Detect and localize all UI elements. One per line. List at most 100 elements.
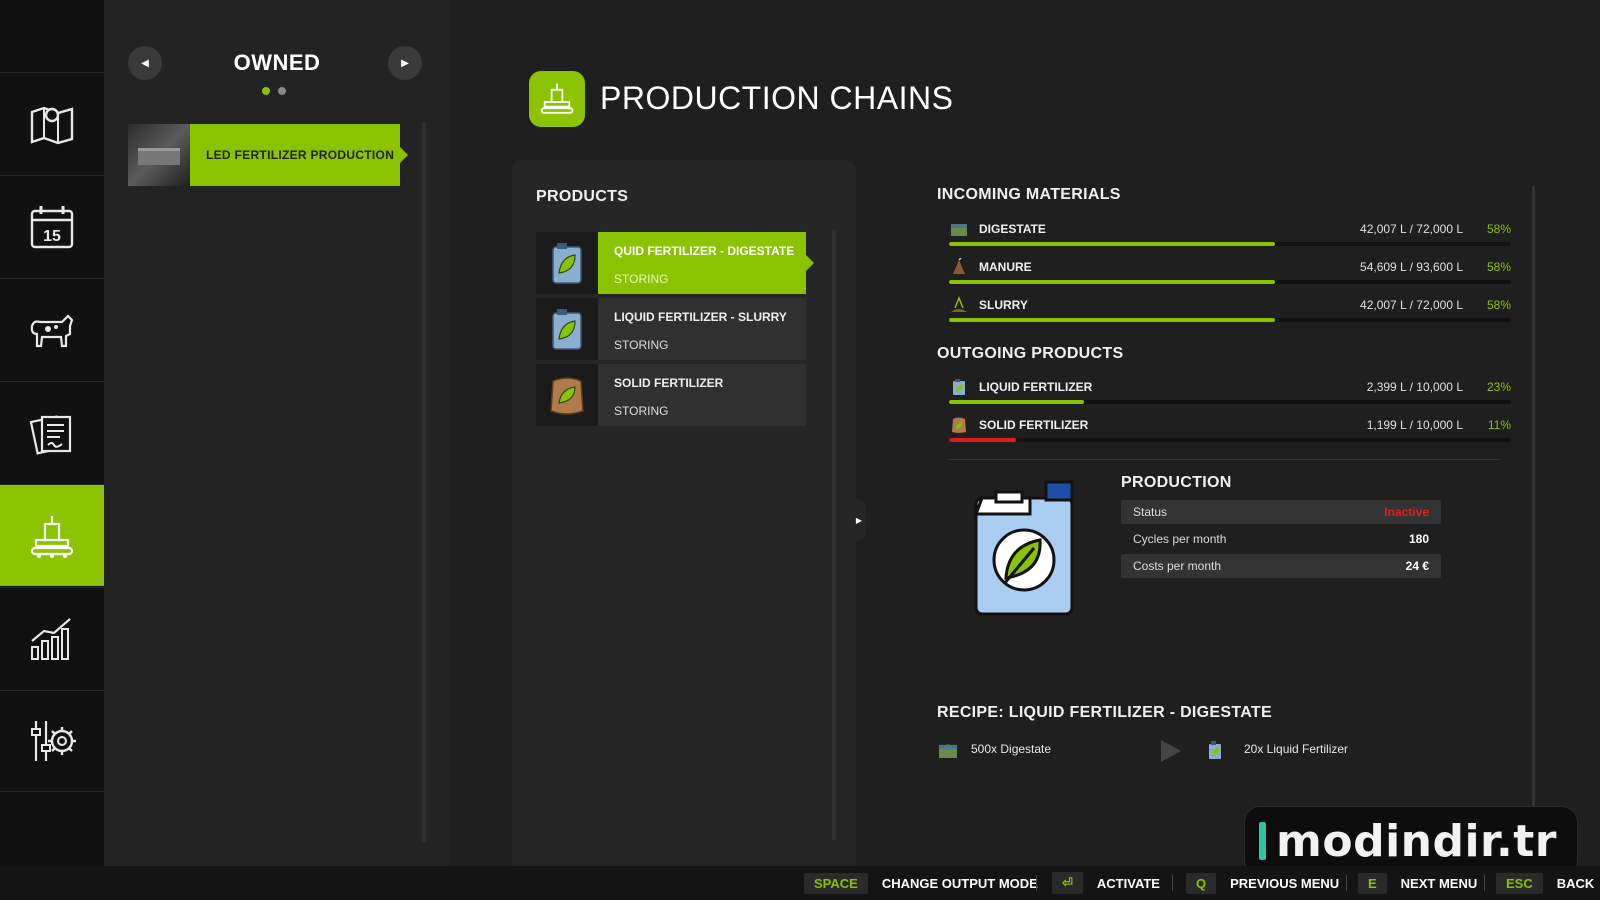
material-name: SLURRY bbox=[979, 298, 1028, 312]
material-percent: 58% bbox=[1486, 222, 1511, 236]
owned-page-indicator bbox=[262, 87, 286, 95]
fill-bar-level bbox=[949, 242, 1275, 246]
page-dot-2[interactable] bbox=[278, 87, 286, 95]
footer-action-label: CHANGE OUTPUT MODE bbox=[881, 875, 1038, 891]
production-chains-icon bbox=[529, 71, 585, 127]
incoming-heading: INCOMING MATERIALS bbox=[937, 186, 1121, 203]
material-name: DIGESTATE bbox=[979, 222, 1046, 236]
product-item[interactable]: QUID FERTILIZER - DIGESTATE STORING bbox=[536, 232, 814, 294]
products-scrollbar[interactable] bbox=[832, 230, 836, 840]
status-value: Inactive bbox=[1384, 505, 1429, 519]
cow-icon bbox=[30, 313, 74, 347]
footer-next-menu[interactable]: E NEXT MENU bbox=[1358, 872, 1478, 894]
production-heading: PRODUCTION bbox=[1121, 474, 1232, 491]
owned-production-label: LED FERTILIZER PRODUCTION bbox=[206, 148, 395, 162]
key-e: E bbox=[1358, 872, 1387, 894]
menu-production[interactable] bbox=[0, 484, 112, 586]
fill-bar-level bbox=[949, 400, 1084, 404]
outgoing-row: LIQUID FERTILIZER 2,399 L / 10,000 L 23% bbox=[949, 378, 1511, 408]
map-icon bbox=[30, 106, 74, 144]
footer-back[interactable]: ESC BACK bbox=[1496, 872, 1594, 894]
recipe-output: 20x Liquid Fertilizer bbox=[1244, 742, 1349, 756]
key-enter: ⏎ bbox=[1052, 872, 1083, 894]
page-title: PRODUCTION CHAINS bbox=[600, 80, 954, 116]
product-name: QUID FERTILIZER - DIGESTATE bbox=[614, 244, 795, 258]
product-item[interactable]: LIQUID FERTILIZER - SLURRY STORING bbox=[536, 298, 806, 360]
digestate-icon bbox=[949, 220, 969, 238]
footer-action-label: NEXT MENU bbox=[1400, 875, 1478, 891]
footer-separator bbox=[1346, 875, 1347, 891]
menu-map[interactable] bbox=[0, 72, 104, 174]
watermark-bar bbox=[1259, 822, 1266, 860]
costs-value: 24 € bbox=[1405, 559, 1429, 573]
product-output-amount: 1,199 L / 10,000 L bbox=[1366, 418, 1463, 432]
material-percent: 58% bbox=[1486, 260, 1511, 274]
statistics-icon bbox=[31, 617, 71, 660]
menu-settings[interactable] bbox=[0, 690, 104, 792]
material-amount: 42,007 L / 72,000 L bbox=[1360, 222, 1463, 236]
outgoing-row: SOLID FERTILIZER 1,199 L / 10,000 L 11% bbox=[949, 416, 1511, 446]
product-output-name: SOLID FERTILIZER bbox=[979, 418, 1089, 432]
incoming-row: MANURE 54,609 L / 93,600 L 58% bbox=[949, 258, 1511, 288]
fill-bar bbox=[949, 438, 1511, 442]
liquid-fertilizer-small-icon bbox=[949, 378, 969, 396]
slurry-icon bbox=[949, 296, 969, 314]
page-dot-1[interactable] bbox=[262, 87, 270, 95]
outgoing-heading: OUTGOING PRODUCTS bbox=[937, 345, 1124, 362]
owned-next-button[interactable]: ▶ bbox=[388, 46, 422, 80]
liquid-fertilizer-icon bbox=[536, 232, 598, 294]
production-thumbnail bbox=[128, 124, 190, 186]
menu-calendar[interactable]: 15 bbox=[0, 175, 104, 277]
owned-panel: ◀ OWNED ▶ LED FERTILIZER PRODUCTION bbox=[104, 0, 450, 866]
products-panel: PRODUCTS QUID FERTILIZER - DIGESTATE STO… bbox=[512, 160, 856, 866]
menu-animals[interactable] bbox=[0, 278, 104, 380]
info-label: Costs per month bbox=[1133, 559, 1222, 573]
product-status: STORING bbox=[614, 338, 669, 352]
production-screen: 15 ◀ OWNED ▶ LED FERTILIZER PRODUCTION P… bbox=[0, 0, 1600, 900]
footer-separator bbox=[1036, 875, 1037, 891]
material-amount: 42,007 L / 72,000 L bbox=[1360, 298, 1463, 312]
product-output-name: LIQUID FERTILIZER bbox=[979, 380, 1093, 394]
recipe-arrow-icon bbox=[1161, 740, 1181, 762]
menu-contracts[interactable] bbox=[0, 381, 104, 483]
product-name: SOLID FERTILIZER bbox=[614, 376, 724, 390]
footer-separator bbox=[1172, 875, 1173, 891]
footer-action-label: ACTIVATE bbox=[1096, 875, 1160, 891]
owned-scrollbar[interactable] bbox=[422, 122, 426, 842]
footer-action-label: PREVIOUS MENU bbox=[1230, 875, 1340, 891]
fill-bar-level bbox=[949, 280, 1275, 284]
footer-previous-menu[interactable]: Q PREVIOUS MENU bbox=[1186, 872, 1340, 894]
material-percent: 58% bbox=[1486, 298, 1511, 312]
fill-bar-level bbox=[949, 438, 1017, 442]
calendar-icon: 15 bbox=[30, 205, 74, 248]
liquid-fertilizer-large-icon bbox=[973, 480, 1074, 616]
recipe-input: 500x Digestate bbox=[971, 742, 1052, 756]
products-heading: PRODUCTS bbox=[536, 188, 629, 205]
fill-bar bbox=[949, 400, 1511, 404]
fill-bar bbox=[949, 318, 1511, 322]
fill-bar bbox=[949, 242, 1511, 246]
liquid-fertilizer-small-icon bbox=[1207, 740, 1223, 763]
details-scrollbar[interactable] bbox=[1532, 186, 1535, 816]
footer-activate[interactable]: ⏎ ACTIVATE bbox=[1052, 872, 1160, 894]
menu-statistics[interactable] bbox=[0, 587, 104, 689]
recipe-row: 500x Digestate 20x Liquid Fertilizer bbox=[937, 738, 1397, 764]
product-output-amount: 2,399 L / 10,000 L bbox=[1366, 380, 1463, 394]
product-output-percent: 11% bbox=[1487, 418, 1511, 432]
main-menu-rail: 15 bbox=[0, 0, 112, 866]
incoming-row: SLURRY 42,007 L / 72,000 L 58% bbox=[949, 296, 1511, 326]
contracts-icon bbox=[29, 414, 72, 455]
svg-text:15: 15 bbox=[43, 228, 61, 245]
footer-bar: SPACE CHANGE OUTPUT MODE ⏎ ACTIVATE Q PR… bbox=[0, 866, 1600, 900]
key-esc: ESC bbox=[1496, 872, 1543, 894]
owned-production-item[interactable]: LED FERTILIZER PRODUCTION bbox=[128, 124, 408, 186]
settings-icon bbox=[31, 721, 76, 761]
digestate-icon bbox=[937, 740, 959, 763]
production-costs-row: Costs per month 24 € bbox=[1121, 554, 1441, 578]
material-amount: 54,609 L / 93,600 L bbox=[1360, 260, 1463, 274]
product-item[interactable]: SOLID FERTILIZER STORING bbox=[536, 364, 806, 426]
footer-change-output-mode[interactable]: SPACE CHANGE OUTPUT MODE bbox=[804, 872, 1038, 894]
collapse-panel-button[interactable]: ▶ bbox=[852, 500, 866, 540]
product-name: LIQUID FERTILIZER - SLURRY bbox=[614, 310, 787, 324]
solid-fertilizer-icon bbox=[536, 364, 598, 426]
